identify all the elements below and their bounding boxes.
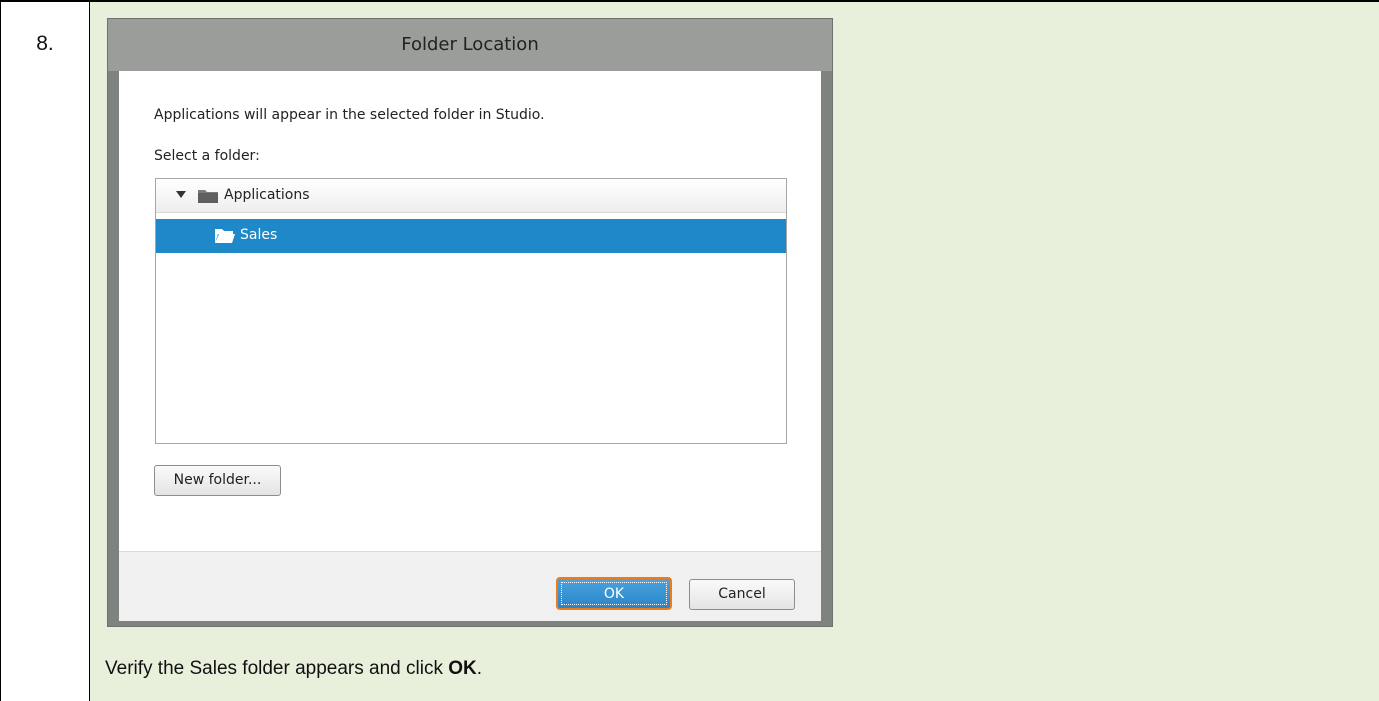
select-folder-label: Select a folder: (154, 148, 260, 164)
step-instruction: Verify the Sales folder appears and clic… (105, 658, 482, 680)
dialog-title: Folder Location (108, 19, 832, 71)
folder-icon (198, 190, 218, 203)
tree-item-label: Sales (240, 227, 278, 243)
folder-tree[interactable]: Applications Sales (155, 178, 787, 444)
ok-button[interactable]: OK (556, 577, 672, 610)
instruction-ok-emphasis: OK (448, 658, 477, 679)
dialog-footer: OK Cancel (119, 551, 821, 621)
dialog-description: Applications will appear in the selected… (154, 107, 545, 123)
dialog-bottom-frame (119, 621, 821, 626)
step-content-cell: Folder Location Applications will appear… (90, 2, 1379, 701)
instruction-text: Verify the Sales folder appears and clic… (105, 658, 449, 679)
dialog-body: Applications will appear in the selected… (119, 71, 821, 551)
folder-open-icon (215, 229, 235, 243)
new-folder-button[interactable]: New folder... (154, 465, 281, 496)
folder-location-dialog: Folder Location Applications will appear… (107, 18, 833, 627)
tree-item-label: Applications (224, 187, 310, 203)
instruction-period: . (476, 658, 483, 679)
expand-caret-icon[interactable] (176, 191, 186, 198)
step-number-cell: 8. (0, 2, 90, 701)
tree-item-sales[interactable]: Sales (156, 219, 786, 253)
tree-item-applications[interactable]: Applications (156, 179, 786, 213)
focus-indicator (561, 582, 667, 605)
step-number: 8. (36, 32, 54, 55)
cancel-button[interactable]: Cancel (689, 579, 795, 610)
